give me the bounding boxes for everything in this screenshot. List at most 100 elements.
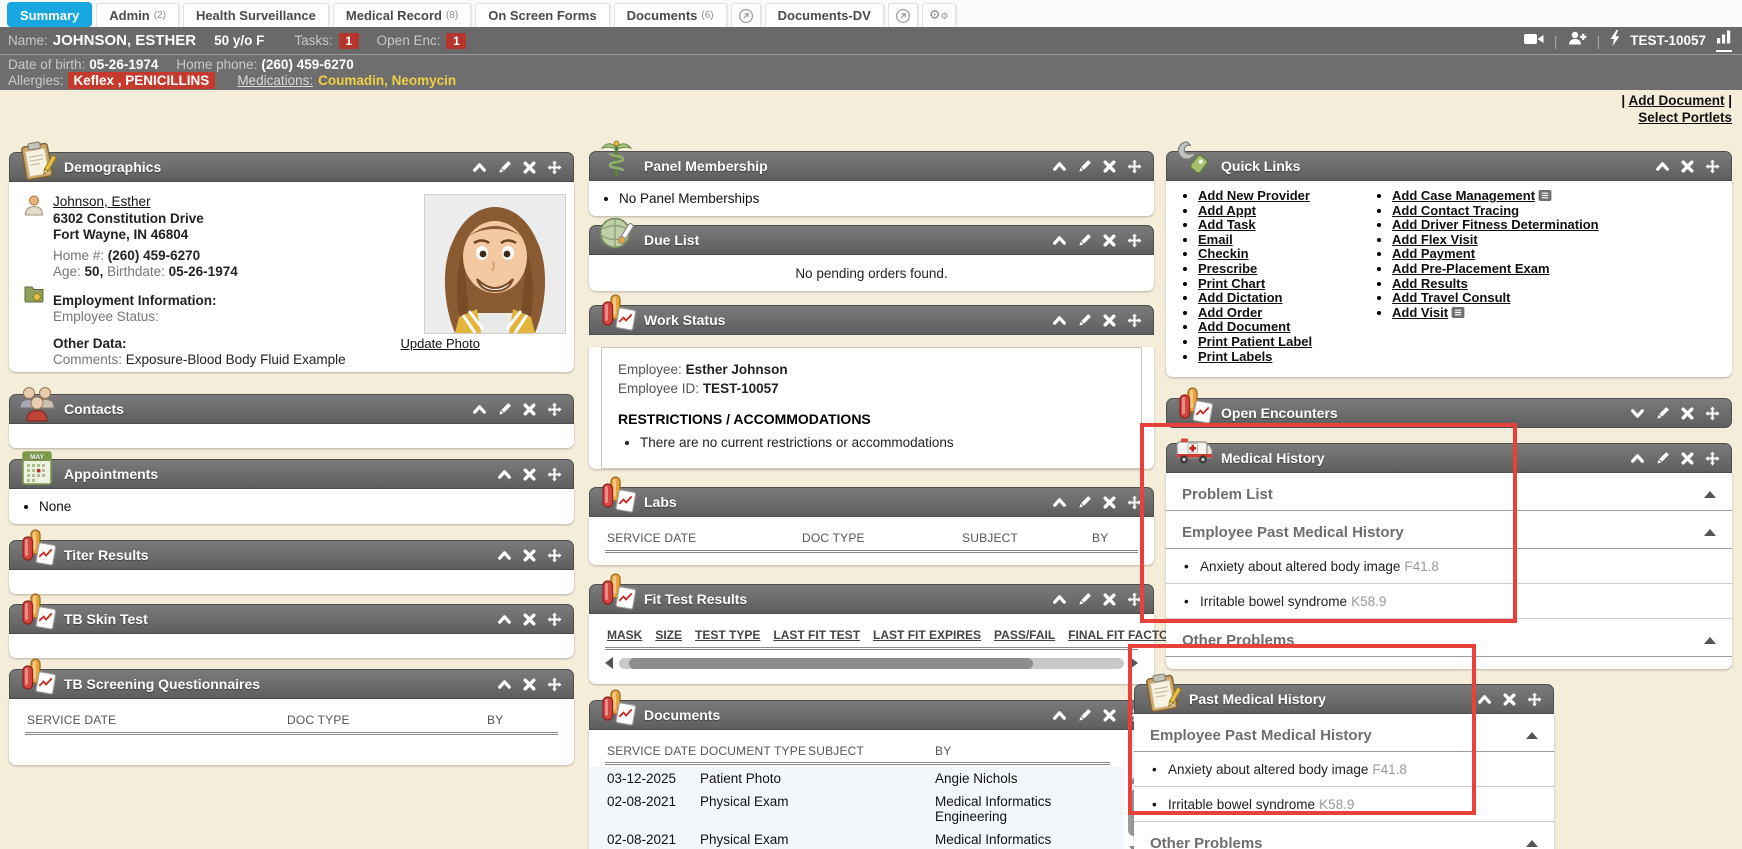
scroll-right-arrow[interactable]: [1130, 657, 1138, 669]
quick-link[interactable]: Add Results: [1392, 276, 1468, 291]
add-document-link[interactable]: Add Document: [1628, 93, 1724, 108]
close-button[interactable]: [1102, 159, 1117, 174]
collapse-button[interactable]: [1052, 592, 1067, 607]
add-person-icon[interactable]: [1568, 31, 1587, 50]
close-button[interactable]: [1680, 451, 1695, 466]
move-handle[interactable]: [1127, 592, 1142, 607]
problem-item[interactable]: Anxiety about altered body imageF41.8: [1166, 549, 1732, 584]
close-button[interactable]: [522, 548, 537, 563]
quick-link[interactable]: Add Flex Visit: [1392, 232, 1478, 247]
quick-link[interactable]: Add Travel Consult: [1392, 290, 1510, 305]
documents-dv-popout-button[interactable]: [888, 3, 918, 27]
collapse-button[interactable]: [497, 677, 512, 692]
quick-link[interactable]: Print Chart: [1198, 276, 1265, 291]
col-last-fit-test[interactable]: LAST FIT TEST: [773, 628, 860, 642]
portlet-header[interactable]: Demographics: [9, 152, 574, 182]
move-handle[interactable]: [547, 467, 562, 482]
close-button[interactable]: [1102, 708, 1117, 723]
list-icon[interactable]: [1538, 190, 1552, 201]
portlet-header[interactable]: TB Screening Questionnaires: [9, 669, 574, 699]
move-handle[interactable]: [547, 612, 562, 627]
bar-chart-icon[interactable]: [1716, 30, 1732, 52]
portlet-header[interactable]: Appointments: [9, 459, 574, 489]
close-button[interactable]: [1680, 159, 1695, 174]
collapse-button[interactable]: [1052, 495, 1067, 510]
scrollbar-thumb[interactable]: [629, 658, 1033, 669]
portlet-header[interactable]: Past Medical History: [1134, 684, 1554, 714]
edit-button[interactable]: [1077, 495, 1092, 510]
quick-link[interactable]: Add Case Management: [1392, 188, 1535, 203]
collapse-button[interactable]: [1052, 708, 1067, 723]
section-employee-past-medical-history[interactable]: Employee Past Medical History: [1134, 714, 1554, 752]
documents-popout-button[interactable]: [731, 3, 761, 27]
move-handle[interactable]: [547, 548, 562, 563]
collapse-button[interactable]: [497, 467, 512, 482]
collapse-button[interactable]: [1655, 159, 1670, 174]
move-handle[interactable]: [1705, 159, 1720, 174]
edit-button[interactable]: [1655, 406, 1670, 421]
move-handle[interactable]: [547, 160, 562, 175]
move-handle[interactable]: [1527, 692, 1542, 707]
portlet-header[interactable]: Fit Test Results: [589, 584, 1154, 614]
lightning-bolt-icon[interactable]: [1610, 30, 1620, 51]
move-handle[interactable]: [1127, 313, 1142, 328]
video-camera-icon[interactable]: [1524, 32, 1544, 50]
portlet-header[interactable]: Due List: [589, 225, 1154, 255]
move-handle[interactable]: [1127, 233, 1142, 248]
section-problem-list[interactable]: Problem List: [1166, 473, 1732, 511]
portlet-header[interactable]: Quick Links: [1166, 151, 1732, 181]
move-handle[interactable]: [1127, 495, 1142, 510]
portlet-header[interactable]: Contacts: [9, 394, 574, 424]
quick-link[interactable]: Add Visit: [1392, 305, 1448, 320]
quick-link[interactable]: Add Contact Tracing: [1392, 203, 1519, 218]
patient-name-link[interactable]: Johnson, Esther: [53, 194, 151, 209]
problem-item[interactable]: Irritable bowel syndromeK58.9: [1134, 787, 1554, 822]
select-portlets-link[interactable]: Select Portlets: [1638, 110, 1732, 125]
close-button[interactable]: [522, 402, 537, 417]
col-test-type[interactable]: TEST TYPE: [695, 628, 760, 642]
close-button[interactable]: [522, 467, 537, 482]
quick-link[interactable]: Email: [1198, 232, 1233, 247]
quick-link[interactable]: Add Order: [1198, 305, 1262, 320]
edit-button[interactable]: [1077, 708, 1092, 723]
table-row[interactable]: 03-12-2025Patient PhotoAngie Nichols: [589, 767, 1124, 790]
list-icon[interactable]: [1451, 307, 1465, 318]
close-button[interactable]: [1502, 692, 1517, 707]
collapse-button[interactable]: [472, 160, 487, 175]
table-row[interactable]: 02-08-2021Physical ExamMedical Informati…: [589, 828, 1124, 849]
col-final-fit-factor[interactable]: FINAL FIT FACTOR: [1068, 628, 1177, 642]
collapse-button[interactable]: [1630, 451, 1645, 466]
quick-link[interactable]: Add Appt: [1198, 203, 1256, 218]
portlet-header[interactable]: Documents: [589, 700, 1154, 730]
edit-button[interactable]: [1655, 451, 1670, 466]
collapse-button[interactable]: [1052, 159, 1067, 174]
edit-button[interactable]: [1077, 233, 1092, 248]
portlet-header[interactable]: Panel Membership: [589, 151, 1154, 181]
quick-link[interactable]: Add Driver Fitness Determination: [1392, 217, 1599, 232]
close-button[interactable]: [1102, 592, 1117, 607]
section-other-problems[interactable]: Other Problems: [1166, 619, 1732, 657]
move-handle[interactable]: [547, 677, 562, 692]
tab-admin[interactable]: Admin(2): [96, 3, 179, 27]
portlet-header[interactable]: Medical History: [1166, 443, 1732, 473]
edit-button[interactable]: [497, 160, 512, 175]
problem-item[interactable]: Irritable bowel syndromeK58.9: [1166, 584, 1732, 619]
close-button[interactable]: [1680, 406, 1695, 421]
portlet-header[interactable]: TB Skin Test: [9, 604, 574, 634]
collapse-button[interactable]: [472, 402, 487, 417]
tab-health-surveillance[interactable]: Health Surveillance: [183, 3, 329, 27]
move-handle[interactable]: [1705, 451, 1720, 466]
quick-link[interactable]: Add New Provider: [1198, 188, 1310, 203]
move-handle[interactable]: [547, 402, 562, 417]
col-pass-fail[interactable]: PASS/FAIL: [994, 628, 1055, 642]
collapse-button[interactable]: [497, 548, 512, 563]
portlet-header[interactable]: Titer Results: [9, 540, 574, 570]
tab-documents[interactable]: Documents(6): [614, 3, 727, 27]
table-row[interactable]: 02-08-2021Physical ExamMedical Informati…: [589, 790, 1124, 828]
tab-summary[interactable]: Summary: [7, 2, 92, 27]
scrollbar-track[interactable]: [619, 658, 1124, 669]
update-photo-link[interactable]: Update Photo: [400, 336, 480, 351]
quick-link[interactable]: Print Labels: [1198, 349, 1272, 364]
edit-button[interactable]: [497, 402, 512, 417]
section-other-problems[interactable]: Other Problems: [1134, 822, 1554, 849]
